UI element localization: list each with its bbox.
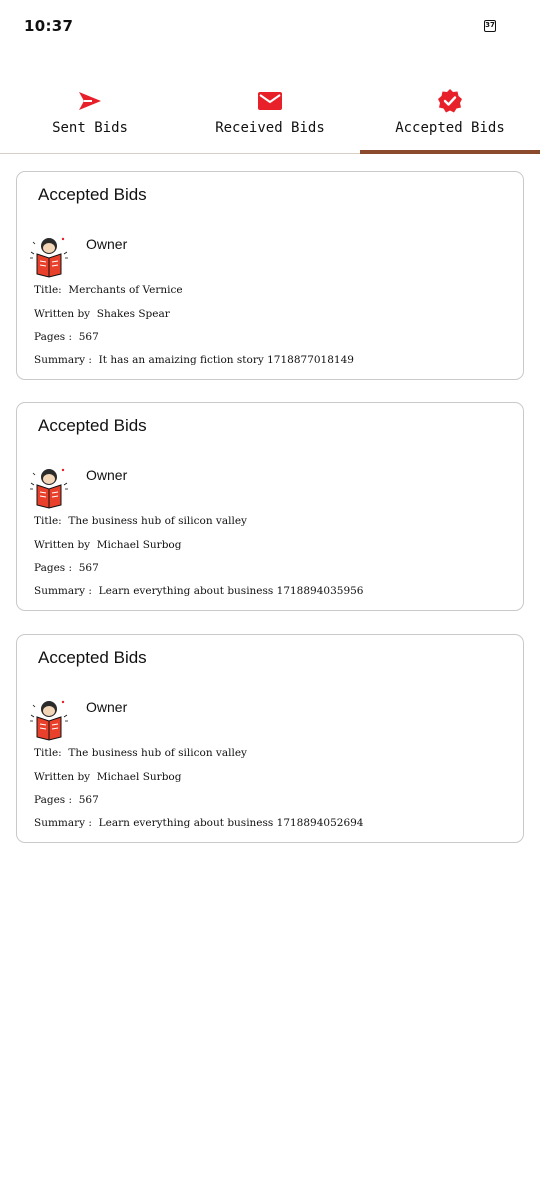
status-bar: 10:37 37 [0, 0, 540, 54]
bids-tab-bar: Sent Bids Received Bids Accepted Bids [0, 80, 540, 154]
summary-label: Summary : [34, 585, 92, 597]
book-summary: It has an amaizing fiction story 1718877… [98, 354, 354, 366]
title-label: Title: [34, 747, 62, 759]
card-heading: Accepted Bids [38, 185, 147, 204]
written-by-label: Written by [34, 308, 91, 320]
written-by-label: Written by [34, 539, 91, 551]
summary-label: Summary : [34, 354, 92, 366]
book-author-row: Written by Michael Surbog [34, 539, 181, 551]
tab-sent-bids[interactable]: Sent Bids [0, 80, 180, 153]
book-author: Michael Surbog [96, 539, 182, 551]
book-pages: 567 [78, 331, 99, 343]
battery-icon: 37 [484, 20, 496, 32]
accepted-bid-card[interactable]: Accepted Bids Owner Title: The business … [16, 402, 524, 611]
tab-accepted-bids[interactable]: Accepted Bids [360, 80, 540, 154]
owner-label: Owner [86, 467, 128, 483]
book-title: The business hub of silicon valley [68, 515, 247, 527]
book-author-row: Written by Shakes Spear [34, 308, 170, 320]
book-summary-row: Summary : Learn everything about busines… [34, 817, 363, 829]
active-tab-indicator [360, 150, 540, 154]
book-summary: Learn everything about business 17188940… [98, 585, 364, 597]
card-heading: Accepted Bids [38, 648, 147, 667]
tab-received-bids[interactable]: Received Bids [180, 80, 360, 153]
accepted-bid-card[interactable]: Accepted Bids Owner Title: Merchants of … [16, 171, 524, 380]
book-pages-row: Pages : 567 [34, 794, 99, 806]
status-time: 10:37 [24, 17, 74, 35]
title-label: Title: [34, 284, 62, 296]
book-pages-row: Pages : 567 [34, 331, 99, 343]
owner-avatar [30, 700, 68, 741]
accepted-bid-card[interactable]: Accepted Bids Owner Title: The business … [16, 634, 524, 843]
pages-label: Pages : [34, 562, 73, 574]
owner-label: Owner [86, 236, 128, 252]
book-author-row: Written by Michael Surbog [34, 771, 181, 783]
book-pages: 567 [78, 562, 99, 574]
book-title: Merchants of Vernice [68, 284, 183, 296]
book-summary-row: Summary : It has an amaizing fiction sto… [34, 354, 354, 366]
tab-accepted-bids-label: Accepted Bids [395, 120, 505, 136]
summary-label: Summary : [34, 817, 92, 829]
pages-label: Pages : [34, 794, 73, 806]
written-by-label: Written by [34, 771, 91, 783]
book-title: The business hub of silicon valley [68, 747, 247, 759]
owner-label: Owner [86, 699, 128, 715]
book-title-row: Title: Merchants of Vernice [34, 284, 183, 296]
owner-avatar [30, 468, 68, 509]
verified-badge-icon [438, 89, 462, 113]
book-author: Michael Surbog [96, 771, 182, 783]
mail-icon [258, 92, 282, 110]
tab-received-bids-label: Received Bids [215, 120, 325, 136]
book-summary-row: Summary : Learn everything about busines… [34, 585, 363, 597]
tab-sent-bids-label: Sent Bids [52, 120, 128, 136]
card-heading: Accepted Bids [38, 416, 147, 435]
pages-label: Pages : [34, 331, 73, 343]
book-title-row: Title: The business hub of silicon valle… [34, 515, 247, 527]
owner-avatar [30, 237, 68, 278]
book-summary: Learn everything about business 17188940… [98, 817, 364, 829]
book-pages: 567 [78, 794, 99, 806]
send-icon [79, 92, 101, 110]
title-label: Title: [34, 515, 62, 527]
book-author: Shakes Spear [96, 308, 170, 320]
book-pages-row: Pages : 567 [34, 562, 99, 574]
book-title-row: Title: The business hub of silicon valle… [34, 747, 247, 759]
